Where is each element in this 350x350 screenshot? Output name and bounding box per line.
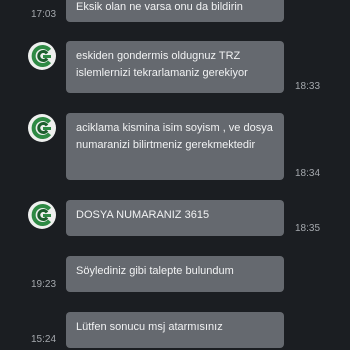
message-timestamp: 18:33 (295, 81, 321, 92)
message-bubble-incoming[interactable]: eskiden gondermis oldugnuz TRZ islemlern… (66, 41, 284, 93)
message-bubble-outgoing[interactable]: Eksik olan ne varsa onu da bildirin (66, 0, 284, 22)
contact-avatar[interactable] (28, 114, 56, 142)
contact-avatar[interactable] (28, 42, 56, 70)
message-timestamp: 18:35 (295, 223, 321, 234)
message-timestamp: 15:24 (31, 334, 57, 345)
message-timestamp: 19:23 (31, 279, 57, 290)
message-bubble-outgoing[interactable]: Lütfen sonucu msj atarmısınız (66, 312, 284, 348)
message-bubble-outgoing[interactable]: Söylediniz gibi talepte bulundum (66, 256, 284, 292)
contact-avatar[interactable] (28, 201, 56, 229)
green-circular-logo-icon (29, 202, 55, 228)
message-bubble-incoming[interactable]: DOSYA NUMARANIZ 3615 (66, 200, 284, 236)
chat-thread[interactable]: Eksik olan ne varsa onu da bildirin 17:0… (0, 0, 350, 350)
message-timestamp: 17:03 (31, 9, 57, 20)
message-timestamp: 18:34 (295, 168, 321, 179)
green-circular-logo-icon (29, 43, 55, 69)
green-circular-logo-icon (29, 115, 55, 141)
message-bubble-incoming[interactable]: aciklama kismina isim soyism , ve dosya … (66, 113, 284, 180)
